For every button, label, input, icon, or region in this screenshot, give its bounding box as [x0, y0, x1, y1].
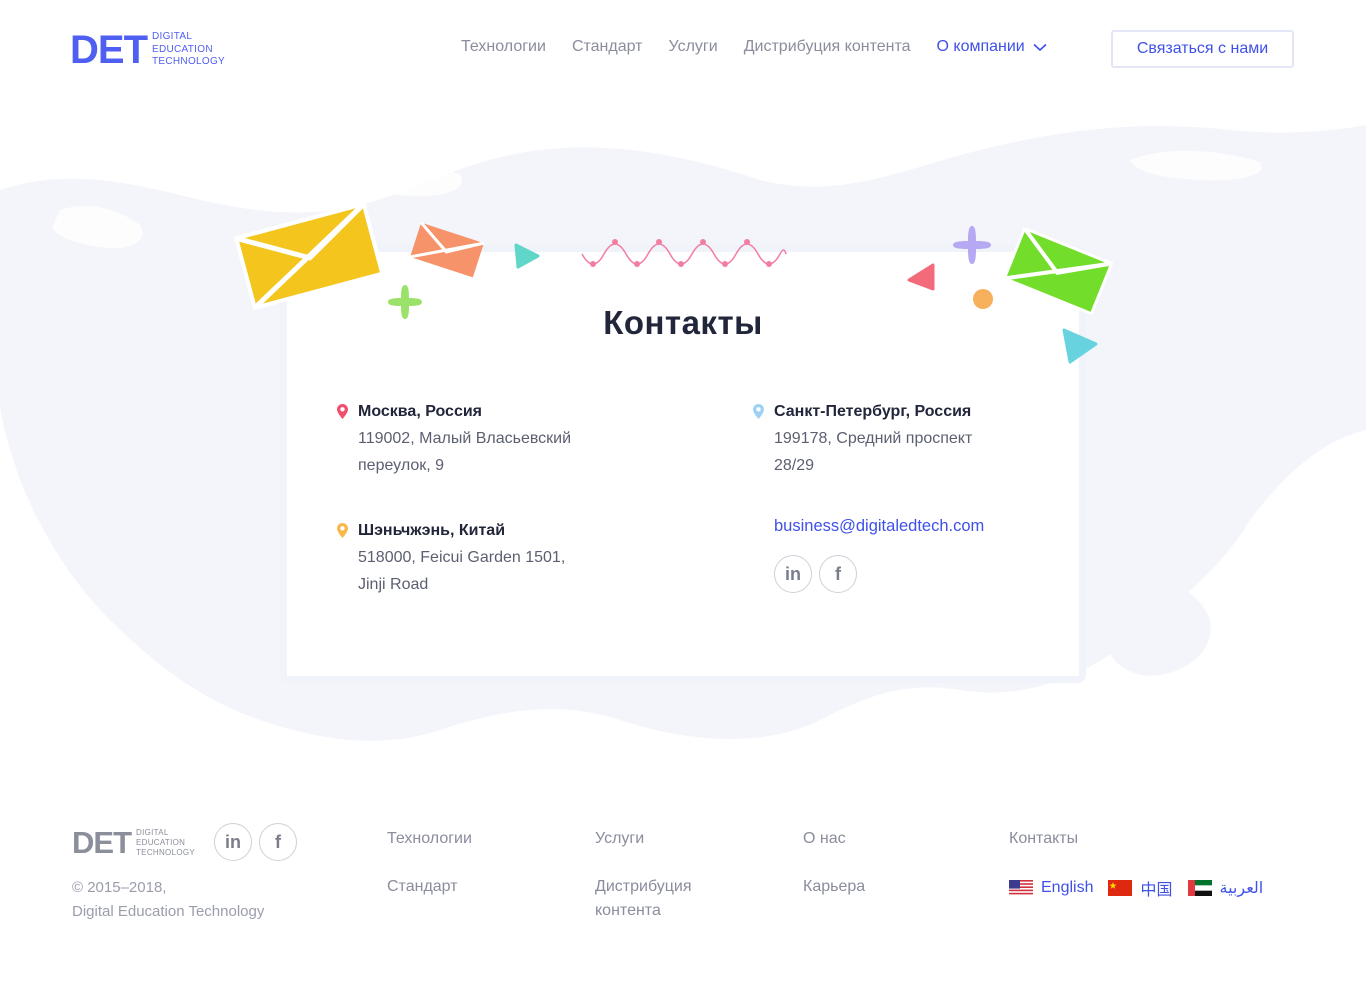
office-address-line1: 518000, Feicui Garden 1501, [358, 549, 566, 566]
language-arabic[interactable]: العربية [1187, 878, 1263, 898]
office-address-line1: 199178, Средний проспект [774, 430, 973, 447]
linkedin-icon[interactable]: in [774, 555, 812, 593]
footer-link-standard[interactable]: Стандарт [387, 875, 458, 899]
teal-triangle-icon [514, 243, 540, 269]
china-flag-icon [1108, 880, 1133, 896]
location-pin-icon [337, 404, 348, 419]
location-pin-icon [753, 404, 764, 419]
footer-logo[interactable]: DET DIGITAL EDUCATION TECHNOLOGY [72, 827, 195, 859]
pink-wave-decoration [581, 239, 787, 267]
site-header: DET DIGITAL EDUCATION TECHNOLOGY Техноло… [0, 0, 1366, 100]
nav-dropdown-label: О компании [936, 38, 1025, 55]
footer-link-careers[interactable]: Карьера [803, 875, 865, 899]
logo-subtitle: DIGITAL EDUCATION TECHNOLOGY [152, 31, 226, 68]
us-flag-icon [1009, 880, 1033, 896]
logo-mark: DET [70, 28, 148, 72]
office-moscow: Москва, Россия 119002, Малый Власьевский… [337, 398, 678, 479]
office-city: Шэньчжэнь, Китай [358, 522, 506, 539]
office-address-line2: Jinji Road [358, 576, 429, 593]
office-city: Москва, Россия [358, 403, 483, 420]
green-envelope-icon [1003, 228, 1113, 314]
footer-social-links: in f [214, 823, 297, 861]
facebook-icon[interactable]: f [259, 823, 297, 861]
contact-us-button[interactable]: Связаться с нами [1111, 30, 1294, 68]
nav-dropdown-about[interactable]: О компании [937, 38, 1047, 56]
det-logo[interactable]: DET DIGITAL EDUCATION TECHNOLOGY [70, 30, 225, 70]
social-links: in f [774, 555, 857, 593]
office-address-line1: 119002, Малый Власьевский [358, 430, 572, 447]
office-saint-petersburg: Санкт-Петербург, Россия 199178, Средний … [753, 398, 1094, 479]
logo-subtitle: DIGITAL EDUCATION TECHNOLOGY [136, 828, 196, 857]
site-footer: DET DIGITAL EDUCATION TECHNOLOGY in f © … [0, 800, 1366, 996]
footer-link-contacts[interactable]: Контакты [1009, 827, 1078, 851]
language-switcher: English 中国 العربية [1009, 876, 1278, 900]
nav-item-services[interactable]: Услуги [668, 38, 717, 56]
copyright: © 2015–2018, Digital Education Technolog… [72, 879, 265, 920]
orange-dot-icon [973, 289, 993, 309]
purple-plus-icon [953, 226, 991, 264]
language-english[interactable]: English [1009, 879, 1093, 897]
linkedin-icon[interactable]: in [214, 823, 252, 861]
green-plus-icon [388, 285, 422, 319]
office-address-line2: переулок, 9 [358, 457, 445, 474]
footer-link-technologies[interactable]: Технологии [387, 827, 472, 851]
footer-link-services[interactable]: Услуги [595, 827, 644, 851]
email-link[interactable]: business@digitaledtech.com [774, 517, 984, 536]
nav-item-content-distribution[interactable]: Дистрибуция контента [744, 38, 911, 56]
office-city: Санкт-Петербург, Россия [774, 403, 972, 420]
facebook-icon[interactable]: f [819, 555, 857, 593]
location-pin-icon [337, 523, 348, 538]
chevron-down-icon [1033, 43, 1047, 51]
logo-mark: DET [72, 825, 132, 860]
red-triangle-icon [907, 263, 935, 291]
footer-link-about[interactable]: О нас [803, 827, 846, 851]
main-nav: Технологии Стандарт Услуги Дистрибуция к… [461, 38, 1073, 56]
uae-flag-icon [1187, 880, 1212, 896]
orange-envelope-icon [409, 221, 485, 278]
language-chinese[interactable]: 中国 [1108, 876, 1173, 900]
cyan-triangle-icon [1062, 328, 1098, 364]
office-shenzhen: Шэньчжэнь, Китай 518000, Feicui Garden 1… [337, 517, 678, 598]
footer-link-content-distribution[interactable]: Дистрибуция контента [595, 875, 692, 923]
nav-item-standard[interactable]: Стандарт [572, 38, 643, 56]
yellow-envelope-icon [233, 201, 385, 311]
office-address-line2: 28/29 [774, 457, 815, 474]
nav-item-technologies[interactable]: Технологии [461, 38, 546, 56]
